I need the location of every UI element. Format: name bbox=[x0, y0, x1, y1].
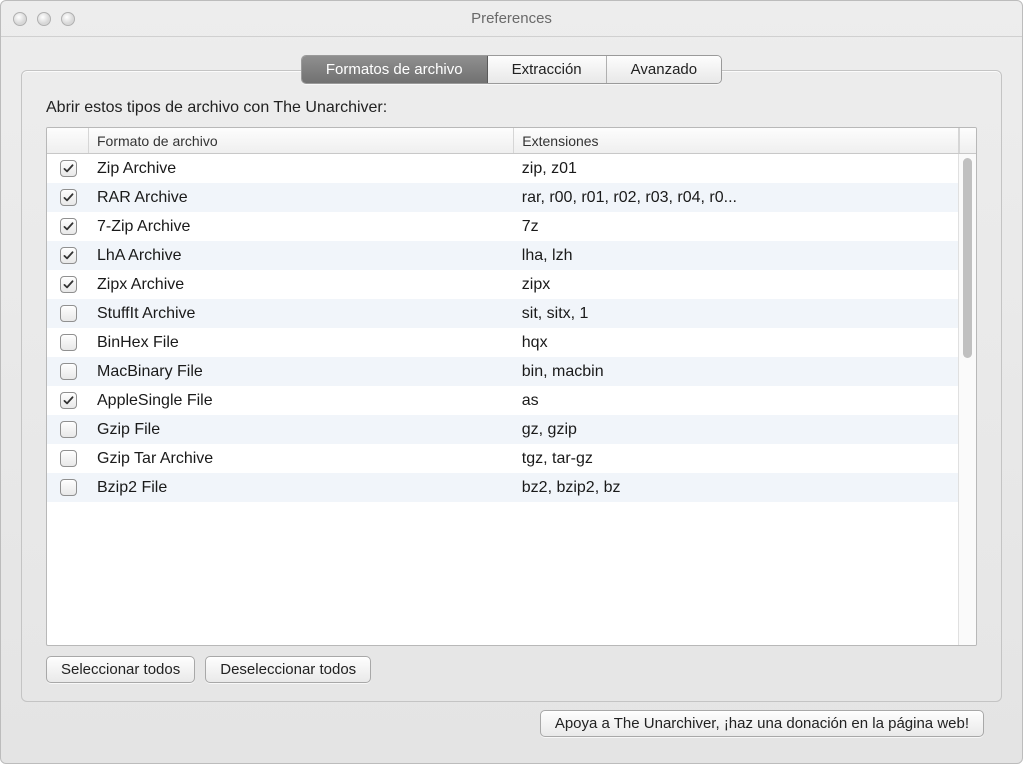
content-area: Formatos de archivo Extracción Avanzado … bbox=[1, 37, 1022, 763]
checkbox[interactable] bbox=[60, 189, 77, 206]
row-format-name: LhA Archive bbox=[89, 247, 514, 265]
formats-table: Formato de archivo Extensiones Zip Archi… bbox=[46, 127, 977, 646]
table-row[interactable]: Zip Archivezip, z01 bbox=[47, 154, 958, 183]
row-format-name: Bzip2 File bbox=[89, 479, 514, 497]
row-format-name: Zipx Archive bbox=[89, 276, 514, 294]
row-checkbox-cell bbox=[47, 160, 89, 177]
row-extensions: rar, r00, r01, r02, r03, r04, r0... bbox=[514, 189, 958, 207]
tab-group: Abrir estos tipos de archivo con The Una… bbox=[21, 70, 1002, 702]
row-checkbox-cell bbox=[47, 247, 89, 264]
tab-extraccion[interactable]: Extracción bbox=[488, 56, 607, 83]
row-format-name: Gzip File bbox=[89, 421, 514, 439]
checkbox[interactable] bbox=[60, 421, 77, 438]
row-format-name: BinHex File bbox=[89, 334, 514, 352]
footer: Apoya a The Unarchiver, ¡haz una donació… bbox=[21, 702, 1002, 751]
donate-button[interactable]: Apoya a The Unarchiver, ¡haz una donació… bbox=[540, 710, 984, 737]
row-format-name: AppleSingle File bbox=[89, 392, 514, 410]
zoom-icon[interactable] bbox=[61, 12, 75, 26]
minimize-icon[interactable] bbox=[37, 12, 51, 26]
select-all-button[interactable]: Seleccionar todos bbox=[46, 656, 195, 683]
row-extensions: as bbox=[514, 392, 958, 410]
row-format-name: MacBinary File bbox=[89, 363, 514, 381]
checkbox[interactable] bbox=[60, 160, 77, 177]
row-extensions: zip, z01 bbox=[514, 160, 958, 178]
row-checkbox-cell bbox=[47, 363, 89, 380]
checkbox[interactable] bbox=[60, 392, 77, 409]
row-checkbox-cell bbox=[47, 189, 89, 206]
titlebar: Preferences bbox=[1, 1, 1022, 37]
row-extensions: 7z bbox=[514, 218, 958, 236]
table-row[interactable]: 7-Zip Archive7z bbox=[47, 212, 958, 241]
tab-avanzado[interactable]: Avanzado bbox=[607, 56, 721, 83]
table-row[interactable]: Bzip2 Filebz2, bzip2, bz bbox=[47, 473, 958, 502]
header-ext[interactable]: Extensiones bbox=[514, 128, 959, 153]
row-format-name: RAR Archive bbox=[89, 189, 514, 207]
header-checkbox-col[interactable] bbox=[47, 128, 89, 153]
table-row[interactable] bbox=[47, 502, 958, 518]
checkbox[interactable] bbox=[60, 334, 77, 351]
deselect-all-button[interactable]: Deseleccionar todos bbox=[205, 656, 371, 683]
table-row[interactable]: StuffIt Archivesit, sitx, 1 bbox=[47, 299, 958, 328]
table-row[interactable]: RAR Archiverar, r00, r01, r02, r03, r04,… bbox=[47, 183, 958, 212]
row-format-name: 7-Zip Archive bbox=[89, 218, 514, 236]
row-checkbox-cell bbox=[47, 334, 89, 351]
checkbox[interactable] bbox=[60, 363, 77, 380]
row-format-name: Gzip Tar Archive bbox=[89, 450, 514, 468]
close-icon[interactable] bbox=[13, 12, 27, 26]
header-name[interactable]: Formato de archivo bbox=[89, 128, 514, 153]
instruction-label: Abrir estos tipos de archivo con The Una… bbox=[46, 99, 977, 117]
row-format-name: Zip Archive bbox=[89, 160, 514, 178]
row-checkbox-cell bbox=[47, 305, 89, 322]
scroll-thumb[interactable] bbox=[963, 158, 972, 358]
tab-bar: Formatos de archivo Extracción Avanzado bbox=[301, 55, 722, 84]
table-row[interactable]: Zipx Archivezipx bbox=[47, 270, 958, 299]
selection-buttons: Seleccionar todos Deseleccionar todos bbox=[46, 656, 977, 683]
row-format-name: StuffIt Archive bbox=[89, 305, 514, 323]
table-header: Formato de archivo Extensiones bbox=[47, 128, 976, 154]
table-row[interactable]: BinHex Filehqx bbox=[47, 328, 958, 357]
row-checkbox-cell bbox=[47, 276, 89, 293]
row-extensions: zipx bbox=[514, 276, 958, 294]
traffic-lights bbox=[13, 12, 75, 26]
tab-formatos[interactable]: Formatos de archivo bbox=[302, 56, 488, 83]
table-row[interactable]: LhA Archivelha, lzh bbox=[47, 241, 958, 270]
checkbox[interactable] bbox=[60, 218, 77, 235]
table-row[interactable]: Gzip Tar Archivetgz, tar-gz bbox=[47, 444, 958, 473]
row-extensions: sit, sitx, 1 bbox=[514, 305, 958, 323]
row-extensions: tgz, tar-gz bbox=[514, 450, 958, 468]
table-row[interactable]: MacBinary Filebin, macbin bbox=[47, 357, 958, 386]
checkbox[interactable] bbox=[60, 305, 77, 322]
row-checkbox-cell bbox=[47, 450, 89, 467]
preferences-window: Preferences Formatos de archivo Extracci… bbox=[0, 0, 1023, 764]
table-row[interactable]: Gzip Filegz, gzip bbox=[47, 415, 958, 444]
checkbox[interactable] bbox=[60, 247, 77, 264]
row-checkbox-cell bbox=[47, 479, 89, 496]
window-title: Preferences bbox=[1, 10, 1022, 27]
header-scroll-spacer bbox=[959, 128, 976, 153]
table-body: Zip Archivezip, z01RAR Archiverar, r00, … bbox=[47, 154, 958, 645]
row-extensions: hqx bbox=[514, 334, 958, 352]
checkbox[interactable] bbox=[60, 276, 77, 293]
row-extensions: bz2, bzip2, bz bbox=[514, 479, 958, 497]
table-row[interactable]: AppleSingle Fileas bbox=[47, 386, 958, 415]
row-extensions: bin, macbin bbox=[514, 363, 958, 381]
checkbox[interactable] bbox=[60, 479, 77, 496]
row-checkbox-cell bbox=[47, 421, 89, 438]
checkbox[interactable] bbox=[60, 450, 77, 467]
row-extensions: lha, lzh bbox=[514, 247, 958, 265]
scrollbar[interactable] bbox=[958, 154, 976, 645]
row-checkbox-cell bbox=[47, 218, 89, 235]
row-checkbox-cell bbox=[47, 392, 89, 409]
row-extensions: gz, gzip bbox=[514, 421, 958, 439]
